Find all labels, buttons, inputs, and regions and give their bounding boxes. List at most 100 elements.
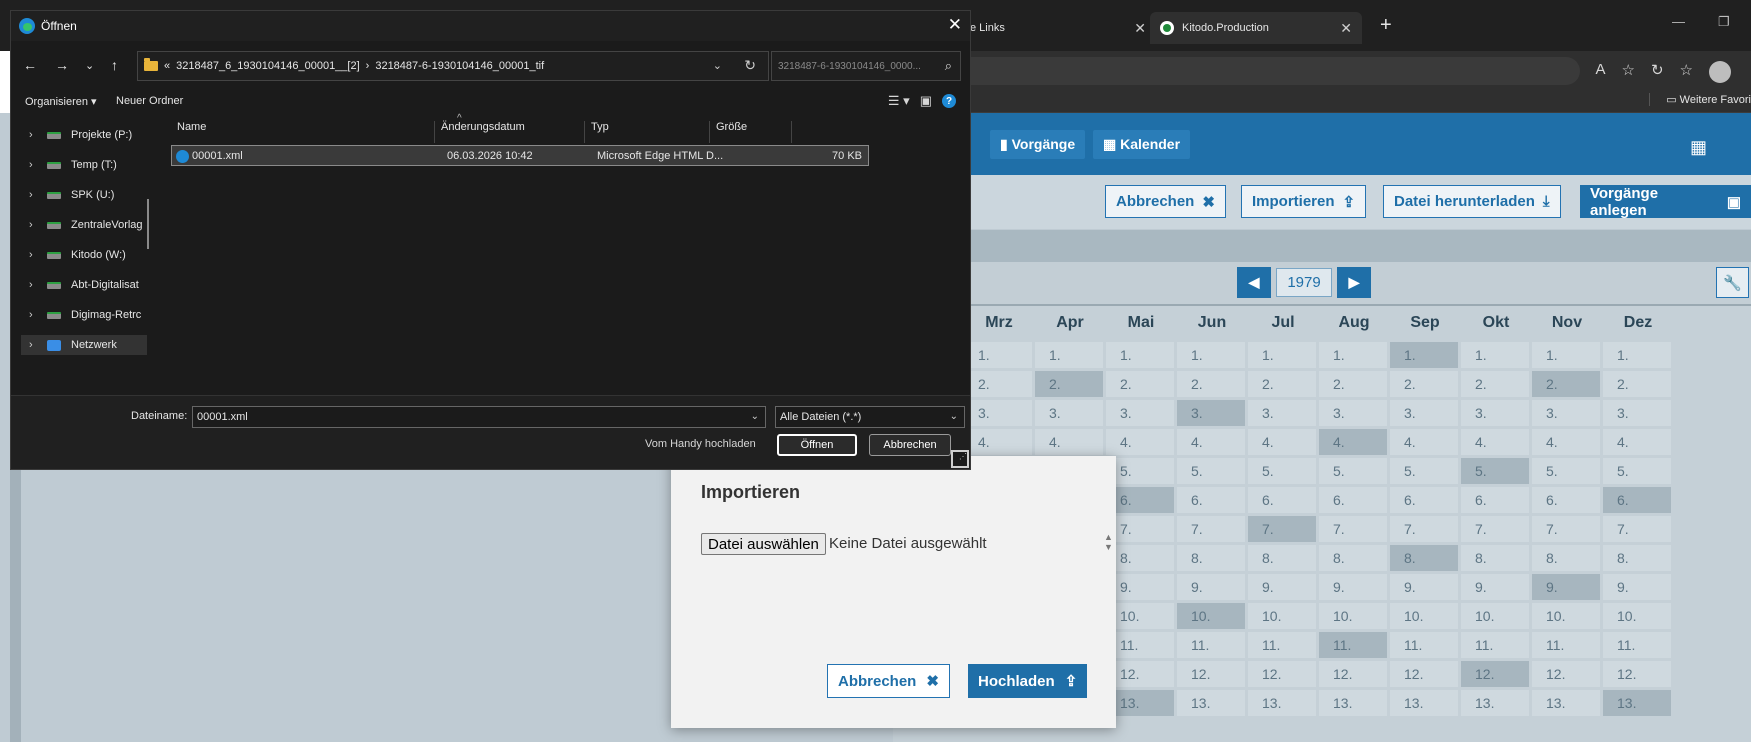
- calendar-day-cell[interactable]: 6.: [1106, 487, 1174, 513]
- calendar-day-cell[interactable]: 8.: [1461, 545, 1529, 571]
- calendar-day-cell[interactable]: 4.: [1603, 429, 1671, 455]
- tree-item[interactable]: › Netzwerk: [21, 335, 147, 355]
- nav-kalender[interactable]: ▦ Kalender: [1093, 130, 1191, 159]
- breadcrumb-segment-1[interactable]: 3218487_6_1930104146_00001__[2]: [176, 60, 360, 72]
- chevron-down-icon[interactable]: ⌄: [751, 411, 759, 422]
- calendar-day-cell[interactable]: 11.: [1319, 632, 1387, 658]
- abbrechen-button[interactable]: Abbrechen ✖: [1105, 185, 1226, 218]
- calendar-day-cell[interactable]: 1.: [1603, 342, 1671, 368]
- tree-item[interactable]: › SPK (U:): [29, 185, 157, 205]
- calendar-day-cell[interactable]: 12.: [1461, 661, 1529, 687]
- forward-icon[interactable]: →: [55, 57, 69, 73]
- calendar-day-cell[interactable]: 2.: [1461, 371, 1529, 397]
- calendar-day-cell[interactable]: 11.: [1603, 632, 1671, 658]
- tree-item[interactable]: › Kitodo (W:): [29, 245, 157, 265]
- calendar-day-cell[interactable]: 11.: [1532, 632, 1600, 658]
- calendar-day-cell[interactable]: 3.: [1319, 400, 1387, 426]
- calendar-day-cell[interactable]: 4.: [1319, 429, 1387, 455]
- tree-item[interactable]: › ZentraleVorlag: [29, 215, 157, 235]
- calendar-day-cell[interactable]: 5.: [1532, 458, 1600, 484]
- calendar-day-cell[interactable]: 8.: [1390, 545, 1458, 571]
- tree-item[interactable]: › Temp (T:): [29, 155, 157, 175]
- calendar-day-cell[interactable]: 3.: [1461, 400, 1529, 426]
- calendar-day-cell[interactable]: 4.: [964, 429, 1032, 455]
- path-breadcrumb[interactable]: « 3218487_6_1930104146_00001__[2] › 3218…: [137, 51, 769, 81]
- tree-item[interactable]: › Abt-Digitalisat: [29, 275, 157, 295]
- calendar-day-cell[interactable]: 10.: [1248, 603, 1316, 629]
- tree-scrollbar[interactable]: [147, 199, 149, 249]
- modal-scroll-arrows[interactable]: ▲ ▼: [1104, 532, 1113, 552]
- favorite-star-icon[interactable]: ☆: [1622, 61, 1635, 83]
- calendar-day-cell[interactable]: 3.: [1390, 400, 1458, 426]
- importieren-button[interactable]: Importieren ⇪: [1241, 185, 1367, 218]
- recent-chevron-icon[interactable]: ⌄: [85, 59, 94, 72]
- organize-menu[interactable]: Organisieren ▾: [25, 95, 97, 108]
- calendar-day-cell[interactable]: 2.: [1532, 371, 1600, 397]
- read-aloud-icon[interactable]: A: [1596, 61, 1606, 83]
- calendar-day-cell[interactable]: 10.: [1319, 603, 1387, 629]
- nav-vorgaenge[interactable]: ▮ Vorgänge: [990, 130, 1086, 159]
- help-icon[interactable]: ?: [942, 94, 956, 108]
- calendar-day-cell[interactable]: 12.: [1106, 661, 1174, 687]
- calendar-day-cell[interactable]: 1.: [1532, 342, 1600, 368]
- calendar-day-cell[interactable]: 13.: [1532, 690, 1600, 716]
- calendar-day-cell[interactable]: 5.: [1390, 458, 1458, 484]
- calendar-day-cell[interactable]: 3.: [1248, 400, 1316, 426]
- profile-avatar[interactable]: [1709, 61, 1731, 83]
- calendar-day-cell[interactable]: 12.: [1177, 661, 1245, 687]
- calendar-day-cell[interactable]: 1.: [1319, 342, 1387, 368]
- calendar-day-cell[interactable]: 8.: [1177, 545, 1245, 571]
- calendar-day-cell[interactable]: 9.: [1319, 574, 1387, 600]
- chevron-right-icon[interactable]: ›: [29, 279, 37, 291]
- refresh-icon[interactable]: ↻: [744, 57, 756, 74]
- calendar-day-cell[interactable]: 9.: [1248, 574, 1316, 600]
- calendar-day-cell[interactable]: 1.: [1248, 342, 1316, 368]
- calendar-day-cell[interactable]: 4.: [1035, 429, 1103, 455]
- calendar-day-cell[interactable]: 7.: [1106, 516, 1174, 542]
- calendar-day-cell[interactable]: 7.: [1319, 516, 1387, 542]
- open-button[interactable]: Öffnen: [777, 434, 857, 456]
- calendar-day-cell[interactable]: 1.: [1177, 342, 1245, 368]
- tree-item[interactable]: › Projekte (P:): [29, 125, 157, 145]
- calendar-day-cell[interactable]: 4.: [1106, 429, 1174, 455]
- refresh-icon[interactable]: ↻: [1651, 61, 1664, 83]
- calendar-day-cell[interactable]: 5.: [1248, 458, 1316, 484]
- calendar-day-cell[interactable]: 10.: [1603, 603, 1671, 629]
- calendar-day-cell[interactable]: 6.: [1390, 487, 1458, 513]
- favorites-icon[interactable]: ☆: [1680, 61, 1693, 83]
- path-dropdown-icon[interactable]: ⌄: [713, 59, 722, 72]
- calendar-day-cell[interactable]: 7.: [1532, 516, 1600, 542]
- chevron-right-icon[interactable]: ›: [29, 159, 37, 171]
- calendar-day-cell[interactable]: 3.: [1177, 400, 1245, 426]
- dialog-cancel-button[interactable]: Abbrechen: [869, 434, 951, 456]
- calendar-day-cell[interactable]: 2.: [1177, 371, 1245, 397]
- calendar-day-cell[interactable]: 5.: [1603, 458, 1671, 484]
- calendar-day-cell[interactable]: 13.: [1390, 690, 1458, 716]
- calendar-day-cell[interactable]: 2.: [1319, 371, 1387, 397]
- calendar-day-cell[interactable]: 12.: [1319, 661, 1387, 687]
- calendar-day-cell[interactable]: 12.: [1603, 661, 1671, 687]
- calendar-day-cell[interactable]: 2.: [1035, 371, 1103, 397]
- calendar-day-cell[interactable]: 6.: [1603, 487, 1671, 513]
- view-options-icon[interactable]: ☰ ▾: [888, 93, 910, 109]
- calendar-day-cell[interactable]: 2.: [1603, 371, 1671, 397]
- browser-tab-kitodo[interactable]: Kitodo.Production ✕: [1150, 12, 1362, 44]
- calendar-day-cell[interactable]: 3.: [1106, 400, 1174, 426]
- calendar-day-cell[interactable]: 8.: [1532, 545, 1600, 571]
- calendar-day-cell[interactable]: 6.: [1177, 487, 1245, 513]
- calendar-day-cell[interactable]: 5.: [1177, 458, 1245, 484]
- restore-icon[interactable]: ❐: [1718, 14, 1730, 30]
- calendar-day-cell[interactable]: 8.: [1248, 545, 1316, 571]
- calendar-day-cell[interactable]: 5.: [1106, 458, 1174, 484]
- url-input[interactable]: [960, 57, 1580, 85]
- calendar-day-cell[interactable]: 7.: [1603, 516, 1671, 542]
- new-folder-button[interactable]: Neuer Ordner: [116, 95, 183, 107]
- calendar-day-cell[interactable]: 7.: [1390, 516, 1458, 542]
- filename-input[interactable]: 00001.xml ⌄: [192, 406, 766, 428]
- calendar-day-cell[interactable]: 10.: [1532, 603, 1600, 629]
- calendar-day-cell[interactable]: 7.: [1461, 516, 1529, 542]
- back-icon[interactable]: ←: [23, 57, 37, 73]
- upload-from-phone-link[interactable]: Vom Handy hochladen: [645, 438, 756, 450]
- calendar-day-cell[interactable]: 13.: [1461, 690, 1529, 716]
- year-input[interactable]: 1979: [1276, 268, 1332, 297]
